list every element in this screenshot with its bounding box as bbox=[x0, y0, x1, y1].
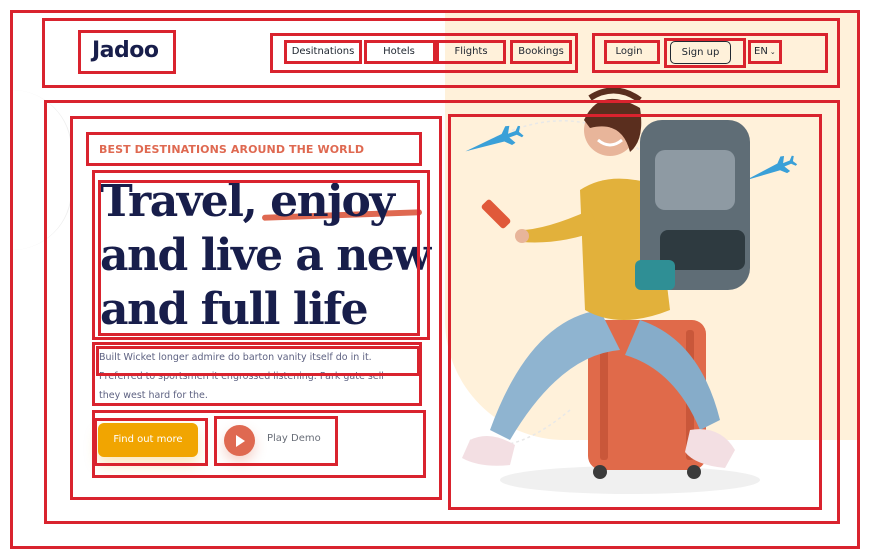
language-selector[interactable]: EN ⌄ bbox=[754, 44, 780, 60]
hero-headline: Travel, enjoy and live a new and full li… bbox=[100, 176, 431, 335]
hero-subtext: Built Wicket longer admire do barton van… bbox=[99, 352, 384, 401]
play-demo-label[interactable]: Play Demo bbox=[267, 433, 321, 444]
airplane-icon bbox=[465, 125, 524, 152]
airplane-icon bbox=[745, 155, 798, 181]
play-icon[interactable] bbox=[224, 425, 255, 456]
decorative-curve bbox=[12, 90, 72, 250]
language-label: EN bbox=[754, 46, 768, 57]
nav-item-destinations[interactable]: Desitnations bbox=[288, 44, 358, 60]
signup-button[interactable]: Sign up bbox=[670, 41, 731, 64]
login-link[interactable]: Login bbox=[608, 44, 650, 60]
logo[interactable]: Jadoo bbox=[92, 38, 159, 63]
traveler-illustration bbox=[462, 87, 798, 494]
nav-item-bookings[interactable]: Bookings bbox=[513, 44, 569, 60]
chevron-down-icon: ⌄ bbox=[769, 48, 776, 56]
find-out-more-button[interactable]: Find out more bbox=[98, 423, 198, 457]
hero-eyebrow: BEST DESTINATIONS AROUND THE WORLD bbox=[99, 143, 365, 156]
nav-item-flights[interactable]: Flights bbox=[440, 44, 502, 60]
nav-item-hotels[interactable]: Hotels bbox=[368, 44, 430, 60]
